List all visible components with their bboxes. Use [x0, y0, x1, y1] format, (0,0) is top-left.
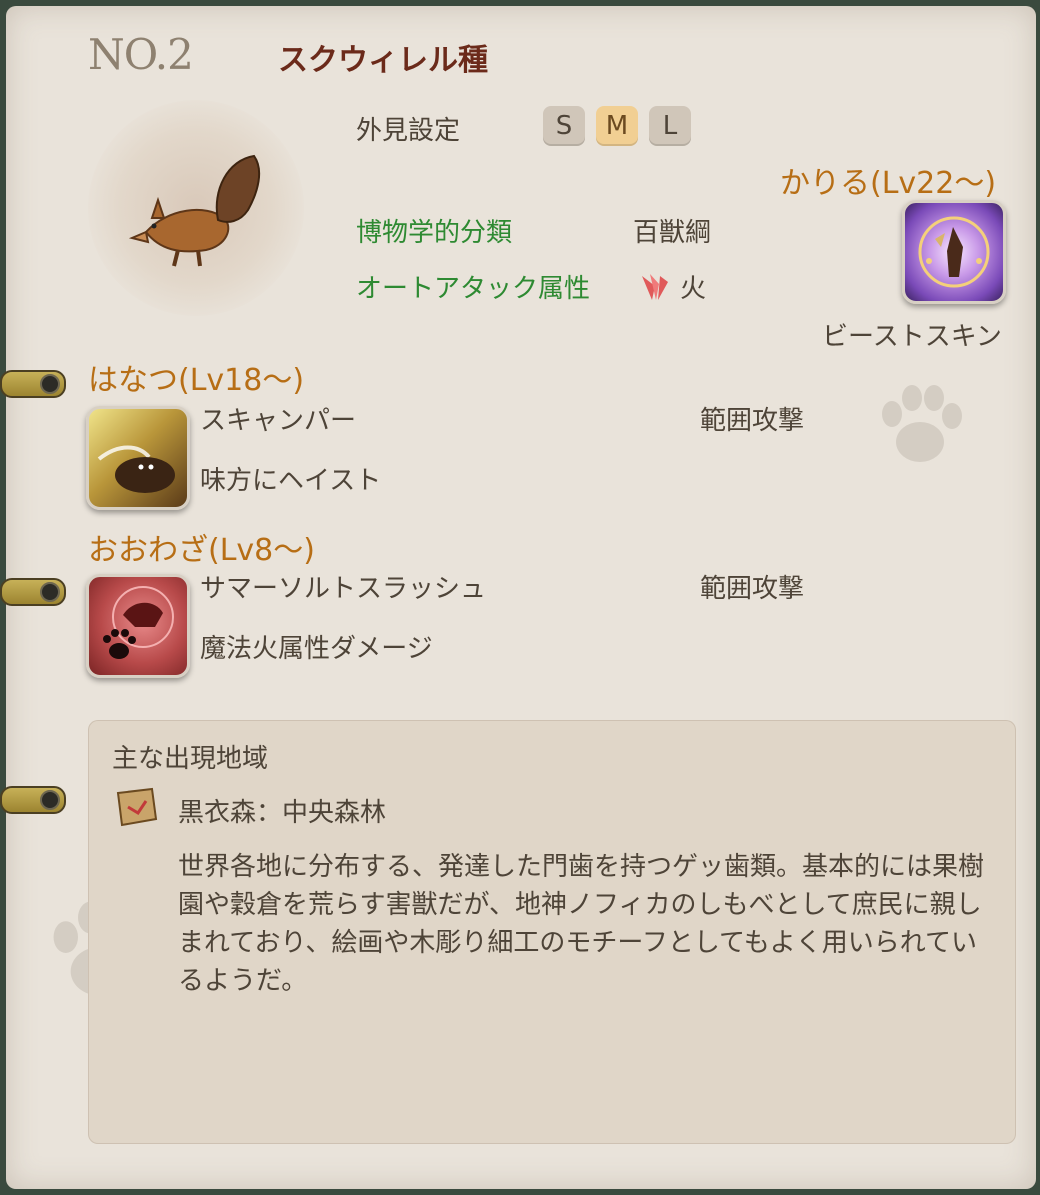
habitat-title: 主な出現地域 — [112, 744, 269, 774]
hanatsu-heading: はなつ(Lv18～) — [88, 363, 305, 398]
paw-decoration-icon — [882, 385, 962, 462]
map-scroll-icon[interactable] — [110, 785, 160, 829]
creature-portrait — [88, 100, 304, 316]
hanatsu-skill-description: 味方にヘイスト — [200, 466, 382, 496]
oowaza-skill-type: 範囲攻撃 — [700, 574, 805, 604]
kariru-heading: かりる(Lv22～) — [780, 166, 997, 201]
kariru-skill-name: ビーストスキン — [822, 322, 1002, 352]
oowaza-heading: おおわざ(Lv8～) — [88, 533, 315, 568]
classification-value: 百獣綱 — [633, 218, 712, 248]
autoattack-value: 火 — [680, 274, 707, 304]
fire-claw-icon — [642, 274, 668, 300]
autoattack-label: オートアタック属性 — [356, 274, 591, 304]
somersault-slash-icon[interactable] — [86, 574, 190, 678]
appearance-label: 外見設定 — [356, 116, 461, 146]
size-button-l[interactable]: L — [649, 106, 691, 146]
binder-ring — [0, 786, 66, 814]
classification-label: 博物学的分類 — [356, 218, 513, 248]
species-name: スクウィレル種 — [278, 43, 488, 78]
oowaza-skill-name: サマーソルトスラッシュ — [200, 574, 487, 604]
creature-description: 世界各地に分布する、発達した門歯を持つゲッ歯類。基本的には果樹園や穀倉を荒らす害… — [178, 852, 985, 996]
size-button-s[interactable]: S — [543, 106, 585, 146]
binder-ring — [0, 578, 66, 606]
beast-skin-icon[interactable] — [902, 200, 1006, 304]
binder-ring — [0, 370, 66, 398]
hanatsu-skill-type: 範囲攻撃 — [700, 406, 805, 436]
oowaza-skill-description: 魔法火属性ダメージ — [200, 634, 433, 664]
hanatsu-skill-name: スキャンパー — [200, 406, 357, 436]
scamper-icon[interactable] — [86, 406, 190, 510]
size-button-m[interactable]: M — [596, 106, 638, 146]
entry-number: NO.2 — [88, 30, 194, 79]
squirrel-icon — [128, 154, 261, 267]
habitat-place: 黒衣森：中央森林 — [178, 798, 387, 828]
